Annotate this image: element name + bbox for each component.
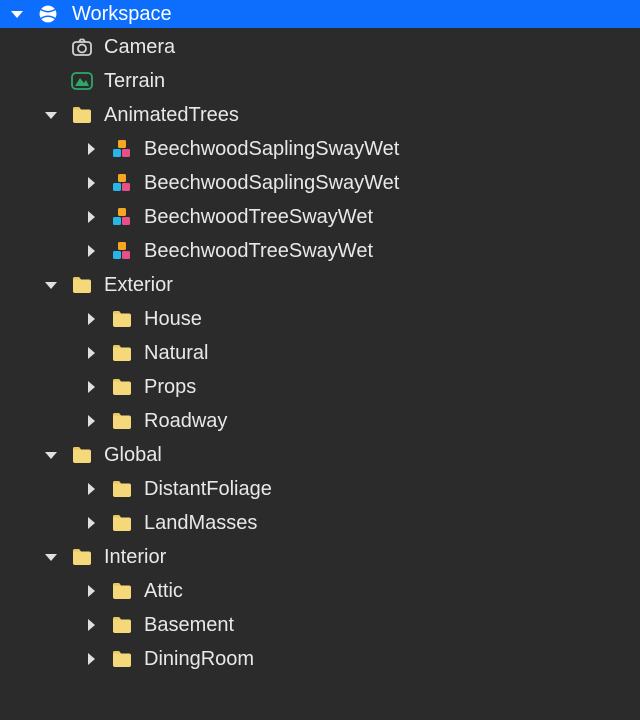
chevron-right-icon	[88, 483, 95, 495]
expand-toggle[interactable]	[80, 172, 102, 194]
tree-row[interactable]: Exterior	[0, 268, 640, 302]
chevron-right-icon	[88, 415, 95, 427]
tree-item-label: House	[144, 308, 202, 331]
folder-icon	[108, 509, 136, 537]
workspace-icon	[34, 0, 62, 28]
expand-toggle[interactable]	[80, 512, 102, 534]
folder-icon	[108, 645, 136, 673]
tree-row[interactable]: Roadway	[0, 404, 640, 438]
tree-row[interactable]: Terrain	[0, 64, 640, 98]
tree-row[interactable]: Natural	[0, 336, 640, 370]
tree-item-label: BeechwoodTreeSwayWet	[144, 240, 373, 263]
tree-row[interactable]: DiningRoom	[0, 642, 640, 676]
folder-icon	[68, 101, 96, 129]
tree-row[interactable]: BeechwoodSaplingSwayWet	[0, 166, 640, 200]
collapse-toggle[interactable]	[6, 3, 28, 25]
tree-item-label: Global	[104, 444, 162, 467]
chevron-right-icon	[88, 143, 95, 155]
tree-row[interactable]: Attic	[0, 574, 640, 608]
tree-item-label: AnimatedTrees	[104, 104, 239, 127]
chevron-right-icon	[88, 585, 95, 597]
folder-icon	[108, 577, 136, 605]
chevron-down-icon	[45, 452, 57, 459]
folder-icon	[68, 271, 96, 299]
tree-row[interactable]: Props	[0, 370, 640, 404]
tree-item-label: LandMasses	[144, 512, 257, 535]
collapse-toggle[interactable]	[40, 104, 62, 126]
tree-item-label: Exterior	[104, 274, 173, 297]
expand-toggle[interactable]	[80, 580, 102, 602]
chevron-right-icon	[88, 653, 95, 665]
tree-row[interactable]: BeechwoodSaplingSwayWet	[0, 132, 640, 166]
expand-toggle[interactable]	[80, 410, 102, 432]
tree-row[interactable]: Camera	[0, 30, 640, 64]
expand-toggle[interactable]	[80, 240, 102, 262]
tree-item-label: Terrain	[104, 70, 165, 93]
tree-item-label: Props	[144, 376, 196, 399]
collapse-toggle[interactable]	[40, 274, 62, 296]
chevron-right-icon	[88, 381, 95, 393]
tree-item-label: Roadway	[144, 410, 227, 433]
model-icon	[108, 169, 136, 197]
tree-item-label: BeechwoodTreeSwayWet	[144, 206, 373, 229]
workspace-label: Workspace	[72, 3, 172, 26]
tree-row[interactable]: LandMasses	[0, 506, 640, 540]
tree-row[interactable]: Global	[0, 438, 640, 472]
tree-item-label: Attic	[144, 580, 183, 603]
tree-row[interactable]: BeechwoodTreeSwayWet	[0, 200, 640, 234]
folder-icon	[108, 305, 136, 333]
collapse-toggle[interactable]	[40, 546, 62, 568]
chevron-right-icon	[88, 211, 95, 223]
explorer-tree: Camera Terrain AnimatedTrees BeechwoodSa…	[0, 28, 640, 676]
folder-icon	[68, 543, 96, 571]
chevron-down-icon	[11, 11, 23, 18]
tree-row[interactable]: House	[0, 302, 640, 336]
chevron-right-icon	[88, 619, 95, 631]
tree-row[interactable]: DistantFoliage	[0, 472, 640, 506]
tree-item-label: Natural	[144, 342, 208, 365]
collapse-toggle[interactable]	[40, 444, 62, 466]
tree-item-label: Basement	[144, 614, 234, 637]
model-icon	[108, 135, 136, 163]
camera-icon	[68, 33, 96, 61]
tree-item-label: BeechwoodSaplingSwayWet	[144, 138, 399, 161]
tree-row[interactable]: Basement	[0, 608, 640, 642]
expand-toggle[interactable]	[80, 478, 102, 500]
chevron-down-icon	[45, 554, 57, 561]
tree-row[interactable]: Interior	[0, 540, 640, 574]
folder-icon	[108, 407, 136, 435]
tree-item-label: Interior	[104, 546, 166, 569]
tree-item-label: Camera	[104, 36, 175, 59]
expand-toggle[interactable]	[80, 648, 102, 670]
tree-row[interactable]: BeechwoodTreeSwayWet	[0, 234, 640, 268]
expand-toggle[interactable]	[80, 614, 102, 636]
chevron-right-icon	[88, 313, 95, 325]
folder-icon	[108, 475, 136, 503]
workspace-header-row[interactable]: Workspace	[0, 0, 640, 28]
folder-icon	[108, 611, 136, 639]
expand-toggle[interactable]	[80, 138, 102, 160]
folder-icon	[108, 373, 136, 401]
chevron-right-icon	[88, 347, 95, 359]
expand-toggle[interactable]	[80, 376, 102, 398]
folder-icon	[68, 441, 96, 469]
expand-toggle[interactable]	[80, 308, 102, 330]
chevron-right-icon	[88, 177, 95, 189]
chevron-right-icon	[88, 245, 95, 257]
chevron-right-icon	[88, 517, 95, 529]
folder-icon	[108, 339, 136, 367]
terrain-icon	[68, 67, 96, 95]
expand-toggle[interactable]	[80, 342, 102, 364]
tree-item-label: BeechwoodSaplingSwayWet	[144, 172, 399, 195]
expand-toggle[interactable]	[80, 206, 102, 228]
model-icon	[108, 203, 136, 231]
tree-item-label: DiningRoom	[144, 648, 254, 671]
tree-row[interactable]: AnimatedTrees	[0, 98, 640, 132]
tree-item-label: DistantFoliage	[144, 478, 272, 501]
chevron-down-icon	[45, 282, 57, 289]
model-icon	[108, 237, 136, 265]
chevron-down-icon	[45, 112, 57, 119]
